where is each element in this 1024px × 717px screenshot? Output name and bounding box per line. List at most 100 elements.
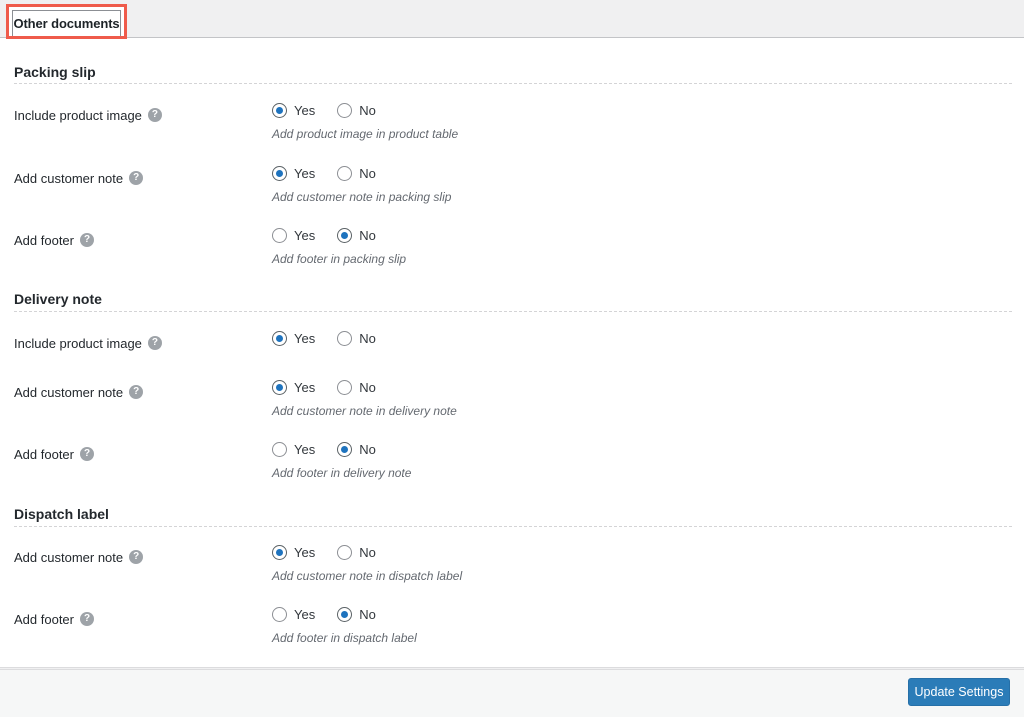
- setting-radio-group: Yes No: [272, 331, 376, 346]
- setting-label-text: Add footer: [14, 446, 74, 462]
- help-icon[interactable]: ?: [129, 550, 144, 564]
- radio-no-icon[interactable]: [337, 228, 353, 243]
- setting-radio-group: Yes No: [272, 380, 376, 395]
- setting-radio-group: Yes No: [272, 442, 376, 457]
- setting-radio-group: Yes No: [272, 545, 376, 560]
- setting-label-text: Include product image: [14, 335, 142, 351]
- radio-option-yes[interactable]: Yes: [272, 103, 315, 118]
- radio-no-label: No: [359, 228, 376, 243]
- setting-radio-group: Yes No: [272, 228, 376, 243]
- radio-yes-icon[interactable]: [272, 545, 287, 560]
- radio-option-no[interactable]: No: [337, 166, 376, 181]
- help-icon[interactable]: ?: [80, 612, 94, 626]
- radio-option-no[interactable]: No: [337, 380, 376, 395]
- radio-no-icon[interactable]: [337, 103, 353, 118]
- radio-option-yes[interactable]: Yes: [272, 380, 315, 395]
- setting-label: Add customer note?: [14, 549, 144, 565]
- radio-no-icon[interactable]: [337, 166, 353, 181]
- radio-option-yes[interactable]: Yes: [272, 166, 315, 181]
- section-title: Dispatch label: [14, 506, 109, 522]
- radio-option-no[interactable]: No: [337, 545, 376, 560]
- setting-label-text: Add footer: [14, 611, 74, 627]
- radio-no-label: No: [359, 442, 376, 457]
- radio-no-label: No: [359, 103, 376, 118]
- update-settings-button[interactable]: Update Settings: [908, 678, 1010, 706]
- radio-yes-icon[interactable]: [272, 228, 287, 243]
- radio-yes-label: Yes: [294, 442, 316, 457]
- setting-label: Add customer note?: [14, 384, 144, 400]
- radio-no-label: No: [359, 380, 376, 395]
- radio-option-yes[interactable]: Yes: [272, 228, 315, 243]
- help-icon[interactable]: ?: [129, 385, 144, 399]
- radio-yes-icon[interactable]: [272, 331, 287, 346]
- radio-yes-label: Yes: [294, 607, 316, 622]
- setting-label: Add footer?: [14, 233, 94, 247]
- radio-no-label: No: [359, 607, 376, 622]
- radio-no-label: No: [359, 166, 376, 181]
- section-divider: [14, 311, 1012, 312]
- tab-bar: Other documents: [0, 0, 1024, 39]
- setting-description: Add customer note in packing slip: [272, 190, 452, 204]
- setting-radio-group: Yes No: [272, 103, 376, 118]
- radio-yes-icon[interactable]: [272, 607, 287, 622]
- radio-yes-label: Yes: [294, 103, 316, 118]
- radio-no-icon[interactable]: [337, 607, 353, 622]
- setting-label: Add footer?: [14, 447, 94, 461]
- setting-description: Add customer note in dispatch label: [272, 569, 463, 583]
- radio-option-no[interactable]: No: [337, 228, 376, 243]
- radio-yes-icon[interactable]: [272, 166, 287, 181]
- radio-option-yes[interactable]: Yes: [272, 331, 315, 346]
- radio-option-yes[interactable]: Yes: [272, 442, 315, 457]
- setting-label: Add footer?: [14, 612, 94, 626]
- setting-radio-group: Yes No: [272, 607, 376, 622]
- setting-description: Add footer in packing slip: [272, 252, 407, 266]
- radio-yes-icon[interactable]: [272, 103, 287, 118]
- section-title: Delivery note: [14, 291, 102, 307]
- radio-yes-icon[interactable]: [272, 380, 287, 395]
- help-icon[interactable]: ?: [80, 447, 94, 461]
- footer-bar: Update Settings: [0, 669, 1024, 717]
- radio-no-icon[interactable]: [337, 331, 353, 346]
- radio-option-no[interactable]: No: [337, 103, 376, 118]
- radio-option-yes[interactable]: Yes: [272, 607, 315, 622]
- radio-option-no[interactable]: No: [337, 331, 376, 346]
- radio-no-icon[interactable]: [337, 380, 353, 395]
- radio-option-yes[interactable]: Yes: [272, 545, 315, 560]
- setting-label-text: Add customer note: [14, 549, 124, 565]
- radio-option-no[interactable]: No: [337, 607, 376, 622]
- radio-yes-label: Yes: [294, 228, 316, 243]
- tab-other-documents-label: Other documents: [13, 16, 120, 31]
- settings-panel: Packing slip Include product image? Yes No A…: [0, 38, 1024, 668]
- radio-no-label: No: [359, 545, 376, 560]
- radio-option-no[interactable]: No: [337, 442, 376, 457]
- section-title: Packing slip: [14, 64, 96, 80]
- help-icon[interactable]: ?: [147, 108, 162, 122]
- help-icon[interactable]: ?: [80, 233, 94, 247]
- setting-description: Add footer in dispatch label: [272, 631, 417, 645]
- tab-other-documents[interactable]: Other documents: [12, 10, 121, 36]
- help-icon[interactable]: ?: [129, 171, 144, 185]
- setting-label: Include product image?: [14, 336, 162, 350]
- radio-yes-label: Yes: [294, 380, 316, 395]
- setting-label: Add customer note?: [14, 170, 144, 186]
- setting-label-text: Add footer: [14, 232, 74, 248]
- setting-description: Add footer in delivery note: [272, 466, 412, 480]
- radio-no-icon[interactable]: [337, 442, 353, 457]
- setting-label-text: Include product image: [14, 107, 142, 123]
- radio-yes-icon[interactable]: [272, 442, 287, 457]
- setting-label-text: Add customer note: [14, 170, 124, 186]
- radio-yes-label: Yes: [294, 545, 316, 560]
- setting-label: Include product image?: [14, 108, 162, 122]
- help-icon[interactable]: ?: [147, 336, 162, 350]
- radio-yes-label: Yes: [294, 331, 316, 346]
- setting-description: Add customer note in delivery note: [272, 404, 457, 418]
- radio-no-icon[interactable]: [337, 545, 353, 560]
- section-divider: [14, 526, 1012, 527]
- radio-no-label: No: [359, 331, 376, 346]
- radio-yes-label: Yes: [294, 166, 316, 181]
- tab-other-documents-highlight: Other documents: [6, 4, 127, 39]
- setting-description: Add product image in product table: [272, 127, 459, 141]
- setting-radio-group: Yes No: [272, 166, 376, 181]
- section-divider: [14, 83, 1012, 84]
- setting-label-text: Add customer note: [14, 384, 124, 400]
